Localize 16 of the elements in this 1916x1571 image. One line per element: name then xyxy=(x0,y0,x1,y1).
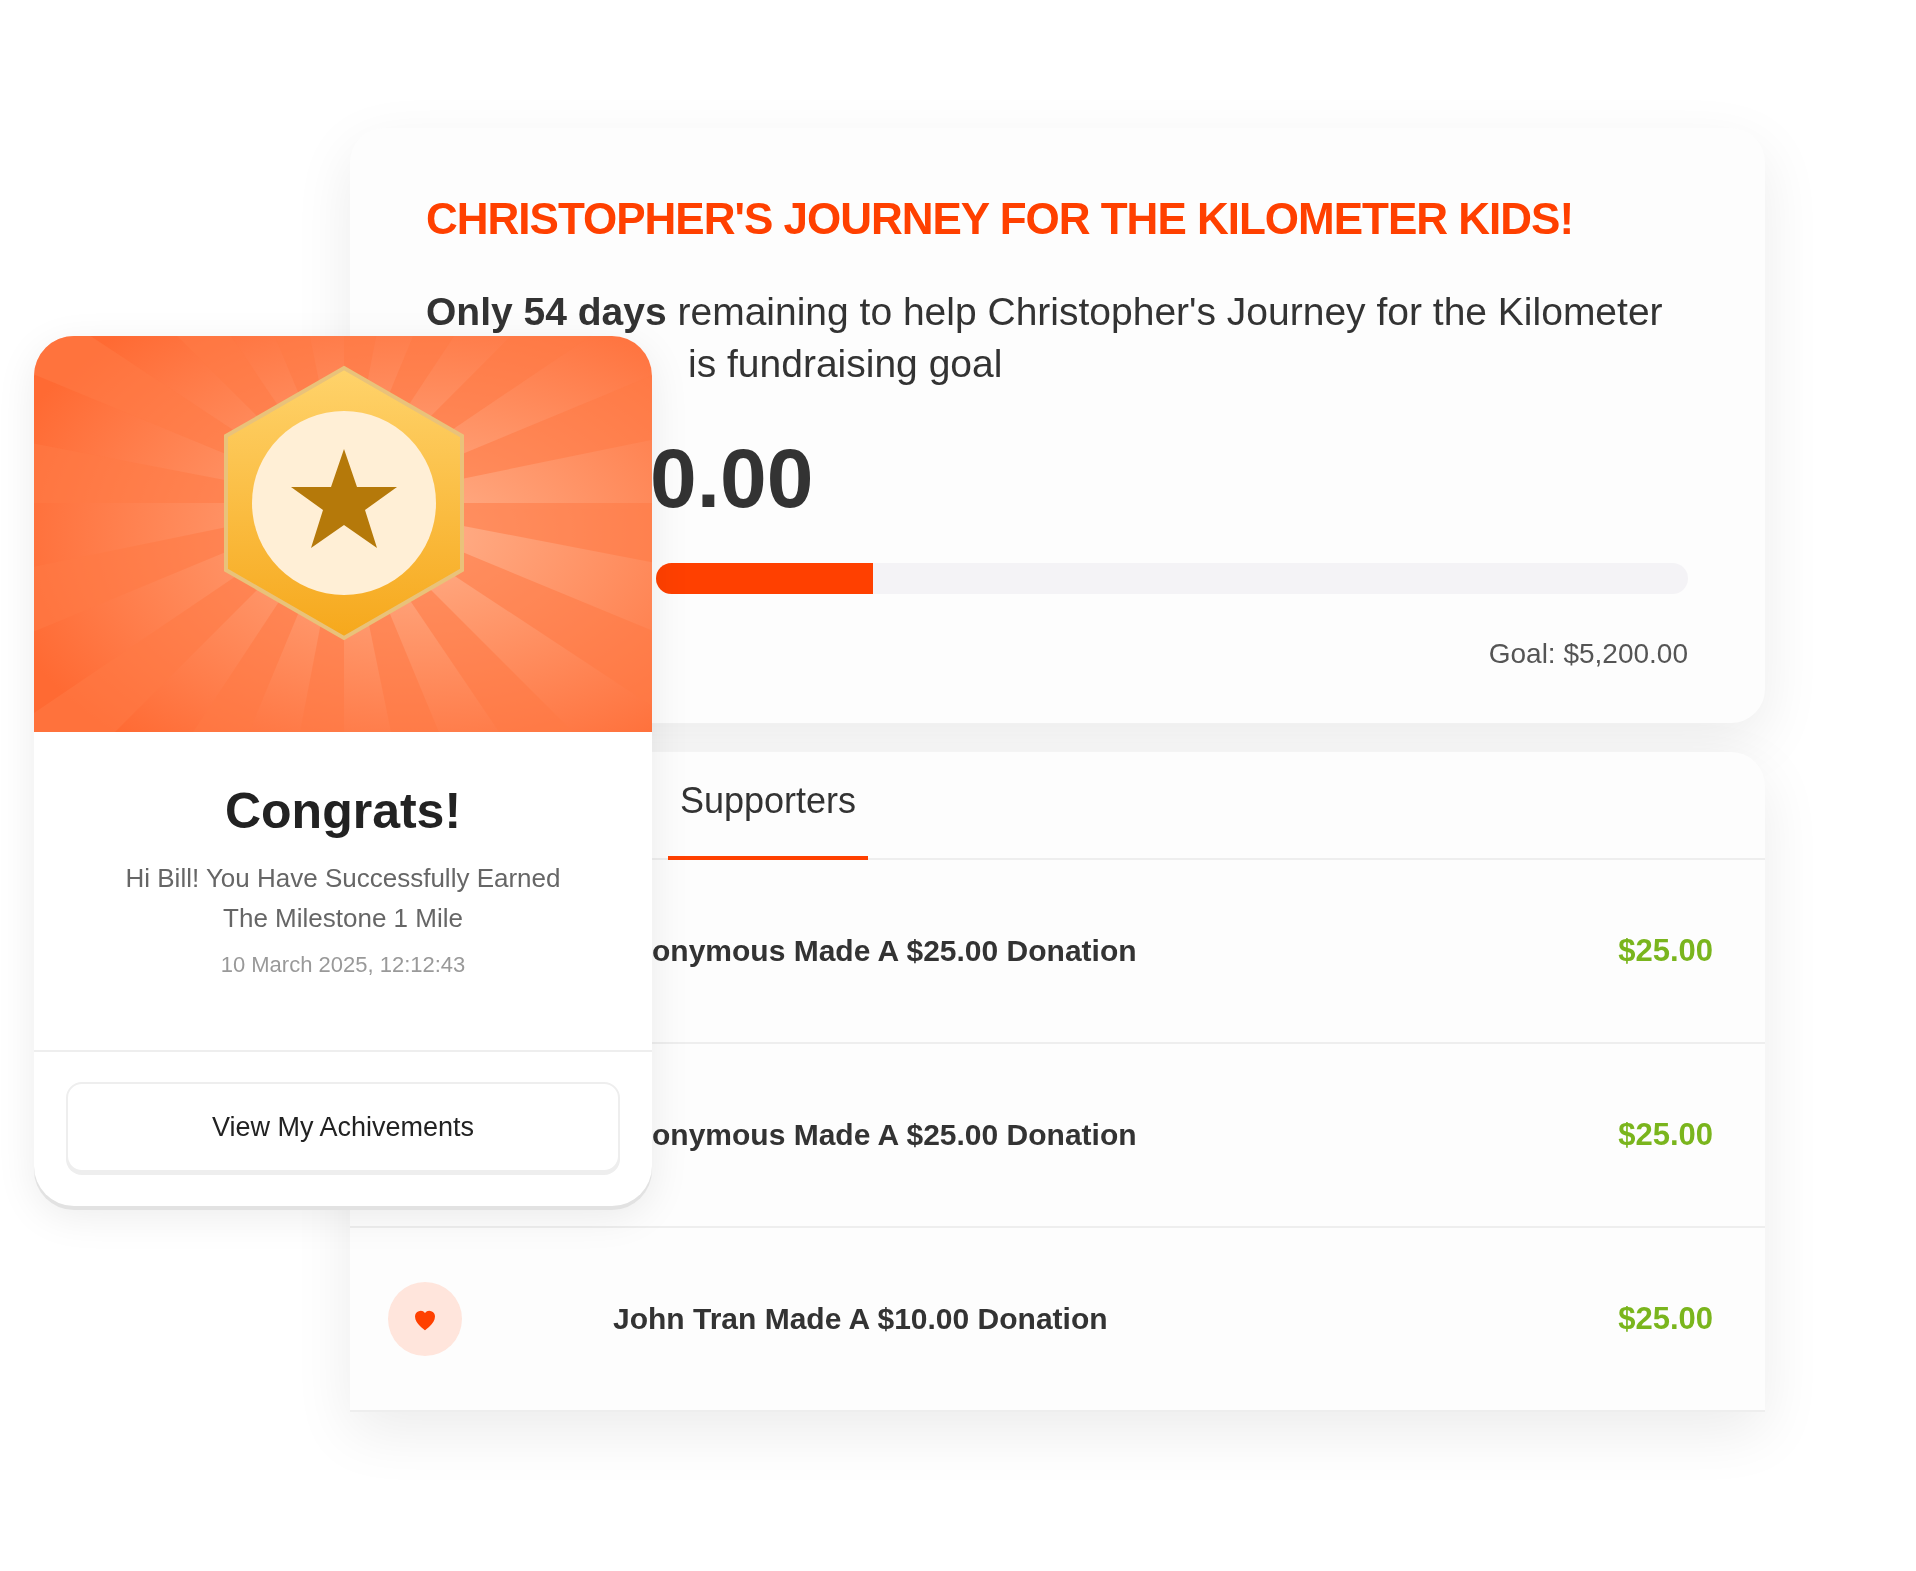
view-achievements-button[interactable]: View My Achivements xyxy=(66,1082,620,1172)
supporters-tab[interactable]: Supporters xyxy=(668,752,869,860)
achievement-message: Hi Bill! You Have Successfully Earned The Milestone 1 Mile xyxy=(124,862,562,935)
donation-text: John Tran Made A $10.00 Donation xyxy=(613,1302,1109,1336)
donation-amount: $25.00 xyxy=(1618,933,1713,969)
donation-amount: $25.00 xyxy=(1618,1301,1713,1337)
donation-text: onymous Made A $25.00 Donation xyxy=(652,1118,1138,1152)
campaign-title: CHRISTOPHER'S JOURNEY FOR THE KILOMETER KIDS! xyxy=(426,194,1575,244)
raised-amount: 0.00 xyxy=(649,430,815,527)
donation-text: onymous Made A $25.00 Donation xyxy=(652,934,1138,968)
achievement-timestamp: 10 March 2025, 12:12:43 xyxy=(220,952,466,978)
goal-amount: Goal: $5,200.00 xyxy=(1487,638,1688,670)
description-text: is fundraising goal xyxy=(687,341,1004,387)
congrats-title: Congrats! xyxy=(224,782,462,840)
donation-amount: $25.00 xyxy=(1618,1117,1713,1153)
description-text: Only 54 days remaining to help Christopher's Journey for the Kilometer xyxy=(426,289,1664,335)
